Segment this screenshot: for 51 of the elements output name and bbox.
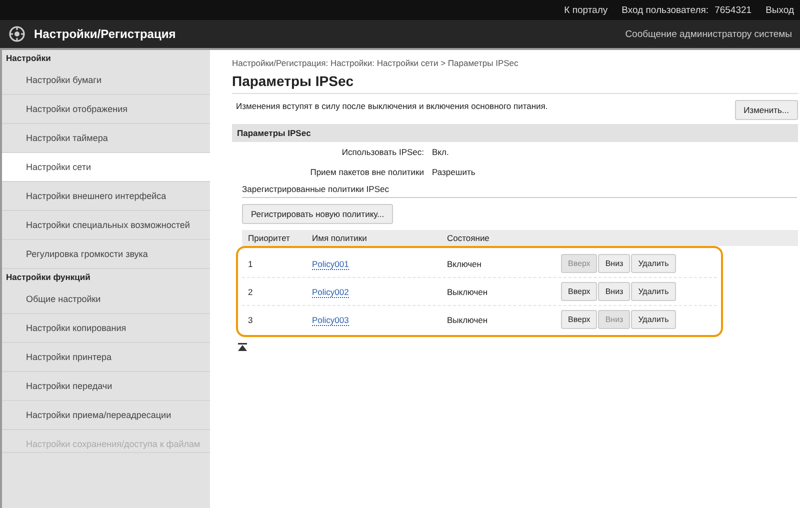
sidebar-item[interactable]: Настройки копирования (2, 314, 210, 343)
table-cell-text: 3 (247, 314, 254, 324)
table-cell-text: Выключен (447, 314, 489, 324)
admin-message-link[interactable]: Сообщение администратору системы (625, 28, 792, 40)
table-cell-text: 2 (247, 286, 254, 296)
sidebar-item[interactable]: Настройки передачи (2, 372, 210, 401)
table-cell-text: 1 (247, 258, 254, 268)
sidebar-item[interactable]: Настройки приема/переадресации (2, 401, 210, 430)
policies-title: Зарегистрированные политики IPSec (242, 182, 797, 198)
sidebar-item[interactable]: Настройки отображения (2, 95, 210, 124)
row-button[interactable]: Вниз (598, 254, 630, 273)
settings-logo-icon (8, 25, 26, 43)
policy-link[interactable]: Policy001 (312, 258, 349, 270)
row-button[interactable]: Удалить (631, 282, 676, 301)
policy-link[interactable]: Policy002 (312, 286, 349, 298)
policy-link[interactable]: Policy003 (312, 314, 349, 326)
sidebar-item[interactable]: Настройки специальных возможностей (2, 211, 210, 240)
portal-link[interactable]: К порталу (564, 4, 608, 16)
sidebar-section-title: Настройки функций (5, 271, 92, 284)
setting-label: Прием пакетов вне политики (309, 167, 425, 177)
register-policy-button[interactable]: Регистрировать новую политику... (242, 204, 394, 224)
breadcrumb: Настройки/Регистрация: Настройки: Настройки сети > Параметры IPSec (232, 58, 520, 68)
column-header: Состояние (447, 233, 490, 243)
section-header: Параметры IPSec (232, 124, 798, 142)
row-button[interactable]: Вниз (598, 282, 630, 301)
sidebar-item[interactable]: Общие настройки (2, 285, 210, 314)
setting-label: Использовать IPSec: (340, 147, 425, 157)
sidebar-item[interactable]: Настройки принтера (2, 343, 210, 372)
column-header: Имя политики (312, 233, 368, 243)
header-title: Настройки/Регистрация (34, 27, 176, 41)
notice-text: Изменения вступят в силу после выключения и включения основного питания. (236, 100, 549, 112)
sidebar-section-title: Настройки (5, 52, 52, 65)
row-button[interactable]: Удалить (631, 310, 676, 329)
page-title: Параметры IPSec (232, 68, 798, 94)
table-cell-text: Выключен (447, 286, 489, 296)
sidebar-item[interactable]: Настройки бумаги (2, 66, 210, 95)
setting-value: Вкл. (432, 147, 449, 157)
sidebar-item[interactable]: Настройки внешнего интерфейса (2, 182, 210, 211)
sidebar-item[interactable]: Настройки сети (2, 153, 210, 182)
sidebar-item[interactable]: Регулировка громкости звука (2, 240, 210, 269)
setting-value: Разрешить (432, 167, 476, 177)
user-label: Вход пользователя: (622, 4, 709, 16)
logout-link[interactable]: Выход (766, 4, 794, 16)
column-header: Приоритет (247, 233, 291, 243)
table-cell-text: Включен (447, 258, 482, 268)
user-id: 7654321 (714, 4, 752, 16)
edit-button[interactable]: Изменить... (734, 100, 798, 120)
scroll-to-top-icon[interactable] (238, 343, 247, 352)
row-button[interactable]: Вверх (561, 282, 598, 301)
row-button[interactable]: Вверх (561, 310, 598, 329)
row-button[interactable]: Удалить (631, 254, 676, 273)
